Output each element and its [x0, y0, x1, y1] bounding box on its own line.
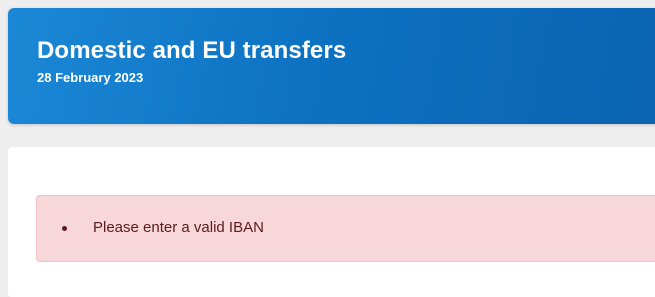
page-title: Domestic and EU transfers	[37, 37, 347, 64]
page-date: 28 February 2023	[37, 70, 144, 85]
error-message-item: Please enter a valid IBAN	[62, 219, 264, 237]
page-header-banner: Domestic and EU transfers 28 February 20…	[8, 8, 655, 124]
error-message-text: Please enter a valid IBAN	[93, 219, 264, 236]
error-alert: Please enter a valid IBAN	[36, 195, 655, 262]
bullet-icon	[62, 225, 67, 231]
error-list: Please enter a valid IBAN	[62, 219, 264, 237]
